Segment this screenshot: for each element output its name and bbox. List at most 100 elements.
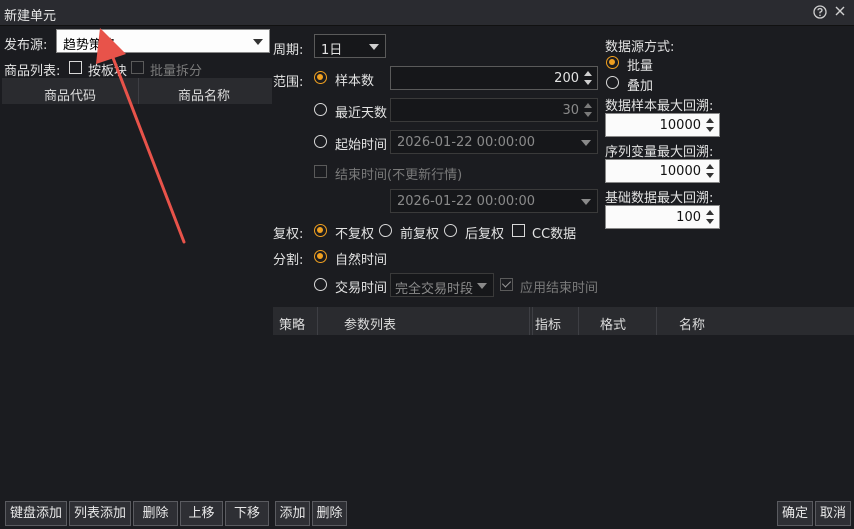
keyboard-add-button[interactable]: 键盘添加 [5, 501, 67, 526]
column-header-name: 名称 [679, 318, 706, 333]
move-up-button[interactable]: 上移 [180, 501, 223, 526]
start-time-radio[interactable] [314, 135, 327, 148]
column-header-name: 商品名称 [178, 89, 231, 104]
close-icon[interactable] [832, 5, 848, 21]
publish-source-combo[interactable]: 趋势策略 [56, 29, 270, 53]
column-divider [138, 78, 139, 104]
split-label: 分割: [273, 253, 304, 268]
column-divider [578, 307, 579, 335]
chevron-down-icon [369, 44, 379, 50]
overlay-radio[interactable] [606, 76, 619, 89]
batch-radio[interactable] [606, 56, 619, 69]
spin-up-icon[interactable] [706, 118, 714, 123]
column-header-strategy: 策略 [279, 318, 306, 333]
sample-count-spinbox[interactable]: 200 [390, 66, 598, 90]
product-table-header: 商品代码 商品名称 [2, 78, 272, 104]
column-divider [317, 307, 318, 335]
spin-down-icon[interactable] [706, 173, 714, 178]
start-time-label: 起始时间 [335, 138, 388, 153]
publish-source-label: 发布源: [4, 38, 48, 53]
max-seq-label: 序列变量最大回溯: [605, 145, 714, 160]
period-combo[interactable]: 1日 [314, 34, 386, 58]
list-add-button[interactable]: 列表添加 [69, 501, 131, 526]
delete-strategy-button[interactable]: 删除 [312, 501, 347, 526]
by-block-label: 按板块 [88, 64, 128, 79]
spin-up-icon[interactable] [584, 71, 592, 76]
add-strategy-button[interactable]: 添加 [275, 501, 310, 526]
max-sample-value: 10000 [659, 118, 701, 133]
title-bar [0, 0, 854, 26]
recent-days-spinbox[interactable]: 30 [390, 98, 598, 122]
ok-button[interactable]: 确定 [777, 501, 813, 526]
period-label: 周期: [273, 43, 304, 58]
column-header-format: 格式 [600, 318, 627, 333]
column-header-params: 参数列表 [344, 318, 397, 333]
strategy-table-header: 策略 参数列表 指标 格式 名称 [273, 307, 854, 335]
chevron-down-icon [581, 199, 591, 205]
by-block-checkbox[interactable] [69, 61, 82, 74]
natural-time-label: 自然时间 [335, 253, 388, 268]
sample-count-value: 200 [554, 71, 579, 86]
max-base-value: 100 [676, 210, 701, 225]
delete-product-button[interactable]: 删除 [133, 501, 178, 526]
max-base-spinbox[interactable]: 100 [605, 205, 720, 229]
pre-adjust-label: 前复权 [400, 227, 440, 242]
trade-time-radio[interactable] [314, 278, 327, 291]
start-time-combo[interactable]: 2026-01-22 00:00:00 [390, 130, 598, 154]
help-icon[interactable] [812, 5, 828, 21]
range-label: 范围: [273, 75, 304, 90]
max-seq-value: 10000 [659, 164, 701, 179]
publish-source-value: 趋势策略 [63, 38, 116, 53]
end-time-combo[interactable]: 2026-01-22 00:00:00 [390, 189, 598, 213]
window-title: 新建单元 [4, 9, 57, 24]
recent-days-radio[interactable] [314, 103, 327, 116]
start-time-value: 2026-01-22 00:00:00 [397, 135, 536, 150]
chevron-down-icon [581, 140, 591, 146]
chevron-down-icon [253, 39, 263, 45]
trade-time-label: 交易时间 [335, 281, 388, 296]
batch-label: 批量 [627, 59, 654, 74]
end-time-label: 结束时间(不更新行情) [335, 168, 463, 183]
column-header-indicator: 指标 [535, 318, 562, 333]
overlay-label: 叠加 [627, 79, 654, 94]
trade-session-combo[interactable]: 完全交易时段 [390, 273, 494, 297]
pre-adjust-radio[interactable] [379, 224, 392, 237]
spin-down-icon[interactable] [584, 80, 592, 85]
max-seq-spinbox[interactable]: 10000 [605, 159, 720, 183]
batch-split-checkbox[interactable] [131, 61, 144, 74]
max-sample-label: 数据样本最大回溯: [605, 99, 714, 114]
natural-time-radio[interactable] [314, 250, 327, 263]
datasource-label: 数据源方式: [605, 40, 675, 55]
end-time-checkbox[interactable] [314, 165, 327, 178]
period-value: 1日 [321, 43, 343, 58]
sample-count-radio[interactable] [314, 71, 327, 84]
apply-end-time-checkbox[interactable] [500, 278, 513, 291]
max-base-label: 基础数据最大回溯: [605, 191, 714, 206]
post-adjust-label: 后复权 [465, 227, 505, 242]
no-adjust-label: 不复权 [335, 227, 375, 242]
product-list-label: 商品列表: [4, 64, 61, 79]
column-divider [529, 307, 530, 335]
spin-down-icon[interactable] [584, 112, 592, 117]
end-time-value: 2026-01-22 00:00:00 [397, 194, 536, 209]
recent-days-label: 最近天数 [335, 106, 388, 121]
cc-data-label: CC数据 [532, 227, 577, 242]
cc-data-checkbox[interactable] [512, 224, 525, 237]
post-adjust-radio[interactable] [444, 224, 457, 237]
batch-split-label: 批量拆分 [150, 64, 203, 79]
spin-down-icon[interactable] [706, 127, 714, 132]
max-sample-spinbox[interactable]: 10000 [605, 113, 720, 137]
recent-days-value: 30 [562, 103, 579, 118]
trade-session-value: 完全交易时段 [395, 282, 474, 297]
spin-up-icon[interactable] [706, 210, 714, 215]
column-header-code: 商品代码 [44, 89, 97, 104]
no-adjust-radio[interactable] [314, 224, 327, 237]
column-divider [656, 307, 657, 335]
spin-up-icon[interactable] [706, 164, 714, 169]
spin-up-icon[interactable] [584, 103, 592, 108]
move-down-button[interactable]: 下移 [225, 501, 269, 526]
cancel-button[interactable]: 取消 [815, 501, 851, 526]
spin-down-icon[interactable] [706, 219, 714, 224]
adjust-label: 复权: [273, 227, 304, 242]
chevron-down-icon [477, 283, 487, 289]
